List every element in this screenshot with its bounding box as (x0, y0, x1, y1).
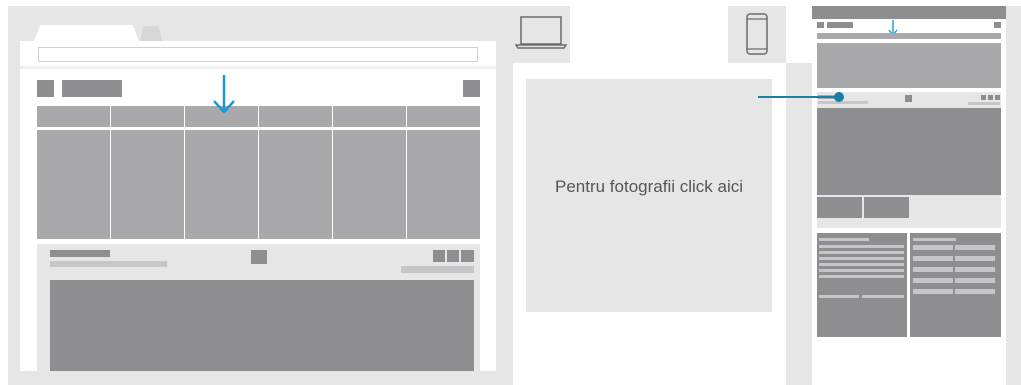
mobile-detail-image (817, 108, 1001, 195)
column-divider (258, 127, 259, 239)
share-block (447, 250, 459, 262)
connector-dot (834, 92, 844, 102)
info-cell (955, 245, 995, 250)
info-text-line (819, 263, 904, 266)
detail-meta-block (401, 266, 474, 273)
info-cell (955, 289, 995, 294)
column-divider (184, 127, 185, 239)
info-footer-line (819, 295, 859, 298)
mobile-info-panel-left (817, 233, 907, 337)
phone-icon (746, 13, 768, 55)
mobile-title-block (827, 22, 853, 28)
mobile-share-block (988, 95, 993, 100)
info-cell (913, 245, 953, 250)
mobile-thumb-block (864, 197, 909, 218)
detail-image-block (50, 280, 474, 371)
toolbar-band (20, 66, 496, 69)
connector-line (758, 96, 838, 98)
mobile-logo-block (817, 22, 824, 28)
info-cell (913, 278, 953, 283)
info-cell (955, 256, 995, 261)
column-divider (332, 127, 333, 239)
browser-tab-inactive (140, 26, 162, 41)
info-cell (955, 267, 995, 272)
photo-click-label[interactable]: Pentru fotografii click aici (526, 176, 772, 198)
mobile-share-block (981, 95, 986, 100)
column-divider (110, 127, 111, 239)
menu-block (463, 80, 480, 97)
mobile-detail-center-block (905, 95, 912, 102)
info-footer-line (862, 295, 904, 298)
info-cell (913, 289, 953, 294)
mobile-status-bar (812, 6, 1006, 19)
detail-center-block (251, 250, 267, 264)
address-bar (38, 47, 478, 62)
mobile-nav-bar (817, 33, 1001, 39)
laptop-icon (515, 16, 567, 49)
info-heading-line (913, 238, 956, 241)
mobile-gallery-block (817, 43, 1001, 88)
mobile-menu-block (994, 22, 1001, 28)
mobile-frame-right-edge (1006, 6, 1021, 385)
column-divider (406, 127, 407, 239)
info-text-line (819, 257, 904, 260)
info-text-line (819, 269, 904, 272)
mobile-thumb-block (817, 197, 862, 218)
mobile-detail-meta (968, 102, 1000, 105)
site-title-block (62, 80, 122, 97)
info-cell (913, 256, 953, 261)
info-cell (913, 267, 953, 272)
info-text-line (819, 275, 904, 278)
mobile-detail-subtitle (818, 101, 868, 104)
site-logo-block (37, 80, 54, 97)
share-block (461, 250, 474, 262)
detail-subtitle-block (50, 261, 167, 267)
share-block (433, 250, 445, 262)
detail-title-block (50, 250, 110, 257)
down-arrow-icon (213, 75, 235, 114)
info-text-line (819, 251, 904, 254)
info-text-line (819, 245, 904, 248)
mobile-frame-left-edge (786, 63, 812, 385)
info-cell (955, 278, 995, 283)
browser-tab-active (34, 25, 139, 41)
mobile-share-block (995, 95, 1000, 100)
info-heading-line (819, 238, 869, 241)
